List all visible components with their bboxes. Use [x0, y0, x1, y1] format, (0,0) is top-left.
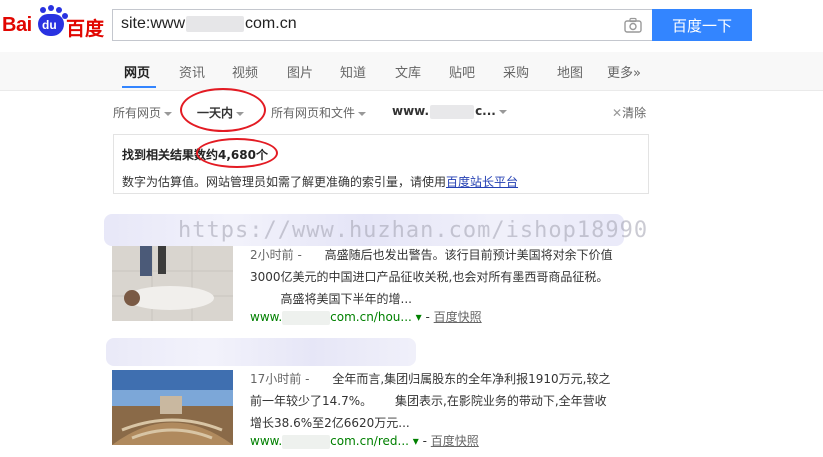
logo-paw-dot	[40, 7, 46, 13]
result-count-box: 找到相关结果数约4,680个 数字为估算值。网站管理员如需了解更准确的索引量，请…	[113, 134, 649, 194]
logo-du-text: du	[42, 18, 57, 32]
filter-all-pages[interactable]: 所有网页	[113, 104, 173, 121]
result-thumbnail[interactable]	[112, 370, 233, 445]
search-tabs: 网页 资讯 视频 图片 知道 文库 贴吧 采购 地图 更多»	[0, 52, 823, 91]
search-filters: 所有网页 一天内 所有网页和文件 www. c... ✕清除	[0, 100, 823, 124]
tab-images[interactable]: 图片	[287, 62, 313, 81]
filter-site[interactable]: www. c...	[392, 104, 507, 119]
query-prefix: site:www	[121, 15, 186, 32]
active-tab-indicator	[122, 86, 156, 88]
filter-label: 所有网页和文件	[271, 106, 356, 120]
chevron-down-icon	[164, 111, 173, 116]
snapshot-link[interactable]: 百度快照	[434, 310, 482, 324]
chevron-down-icon	[358, 111, 367, 116]
snippet-line: 高盛将美国下半年的增...	[280, 292, 412, 306]
result-url-line: www. com.cn/red... ▾ - 百度快照	[250, 434, 479, 449]
note-text: 数字为估算值。网站管理员如需了解更准确的索引量，请使用	[122, 175, 447, 189]
tab-zhidao[interactable]: 知道	[340, 62, 366, 81]
annotation-circle	[180, 88, 266, 132]
filter-file-type[interactable]: 所有网页和文件	[271, 104, 367, 121]
snippet-line: 全年而言,集团归属股东的全年净利报1910万元,较之	[332, 372, 611, 386]
snippet-line: 前一年较少了14.7%。	[250, 394, 373, 408]
logo-paw-dot	[48, 5, 54, 11]
thumbnail-image	[112, 246, 233, 321]
url-text: www.	[250, 310, 283, 324]
snapshot-link[interactable]: 百度快照	[431, 434, 479, 448]
tab-video[interactable]: 视频	[232, 62, 258, 81]
header: Bai du 百度 site:www com.cn 百度一下	[0, 0, 823, 52]
filter-label: c...	[475, 104, 496, 118]
result-time: 17小时前 -	[250, 372, 310, 386]
chevron-down-icon[interactable]: ▾	[416, 310, 422, 324]
filter-label: 所有网页	[113, 106, 162, 120]
clear-label: 清除	[622, 106, 647, 120]
result-thumbnail[interactable]	[112, 246, 233, 321]
search-button[interactable]: 百度一下	[652, 9, 752, 41]
redacted-text	[430, 104, 475, 119]
close-icon: ✕	[612, 106, 623, 120]
result-snippet: 17小时前 - 全年而言,集团归属股东的全年净利报1910万元,较之 前一年较少…	[250, 368, 610, 434]
search-input[interactable]: site:www com.cn	[112, 9, 652, 41]
result-snippet: 2小时前 - 高盛随后也发出警告。该行目前预计美国将对余下价值 3000亿美元的…	[250, 244, 613, 310]
thumbnail-image	[112, 370, 233, 445]
tab-tieba[interactable]: 贴吧	[449, 62, 475, 81]
snippet-line: 集团表示,在影院业务的带动下,全年营收	[395, 394, 607, 408]
logo-text-left: Bai	[2, 14, 32, 36]
result-time: 2小时前 -	[250, 248, 302, 262]
url-text: www.	[250, 434, 283, 448]
logo-paw: du	[38, 14, 64, 36]
chevron-down-icon[interactable]: ▾	[413, 434, 419, 448]
url-text: com.cn/red...	[330, 434, 409, 448]
url-text: com.cn/hou...	[330, 310, 412, 324]
snippet-line: 高盛随后也发出警告。该行目前预计美国将对余下价值	[324, 248, 613, 262]
tab-wenku[interactable]: 文库	[395, 62, 421, 81]
redacted-text	[282, 310, 331, 325]
watermark: https://www.huzhan.com/ishop18990	[178, 218, 649, 243]
snippet-line: 增长38.6%至2亿6620万元...	[250, 416, 410, 430]
search-query[interactable]: site:www com.cn	[121, 15, 297, 33]
camera-icon[interactable]	[624, 17, 642, 33]
baidu-logo[interactable]: Bai du 百度	[0, 5, 106, 42]
redacted-text	[282, 434, 331, 449]
logo-text-right: 百度	[66, 18, 105, 40]
result-url[interactable]: www. com.cn/red...	[250, 434, 409, 449]
chevron-down-icon	[498, 109, 507, 114]
tab-map[interactable]: 地图	[557, 62, 583, 81]
filter-label: www.	[392, 104, 430, 118]
result-url-line: www. com.cn/hou... ▾ - 百度快照	[250, 310, 482, 325]
tab-more[interactable]: 更多»	[607, 62, 641, 81]
clear-filters-button[interactable]: ✕清除	[612, 104, 646, 121]
annotation-circle	[196, 138, 278, 168]
redacted-text	[186, 15, 245, 32]
result-url[interactable]: www. com.cn/hou...	[250, 310, 412, 325]
webmaster-link[interactable]: 百度站长平台	[446, 175, 518, 189]
blurred-title	[106, 338, 416, 366]
logo-paw-dot	[56, 7, 62, 13]
tab-caigou[interactable]: 采购	[503, 62, 529, 81]
query-suffix: com.cn	[245, 15, 297, 32]
snippet-line: 3000亿美元的中国进口产品征收关税,也会对所有墨西哥商品征税。	[250, 270, 609, 284]
estimate-note: 数字为估算值。网站管理员如需了解更准确的索引量，请使用百度站长平台	[122, 173, 518, 190]
tab-news[interactable]: 资讯	[179, 62, 205, 81]
tab-web[interactable]: 网页	[124, 62, 150, 81]
